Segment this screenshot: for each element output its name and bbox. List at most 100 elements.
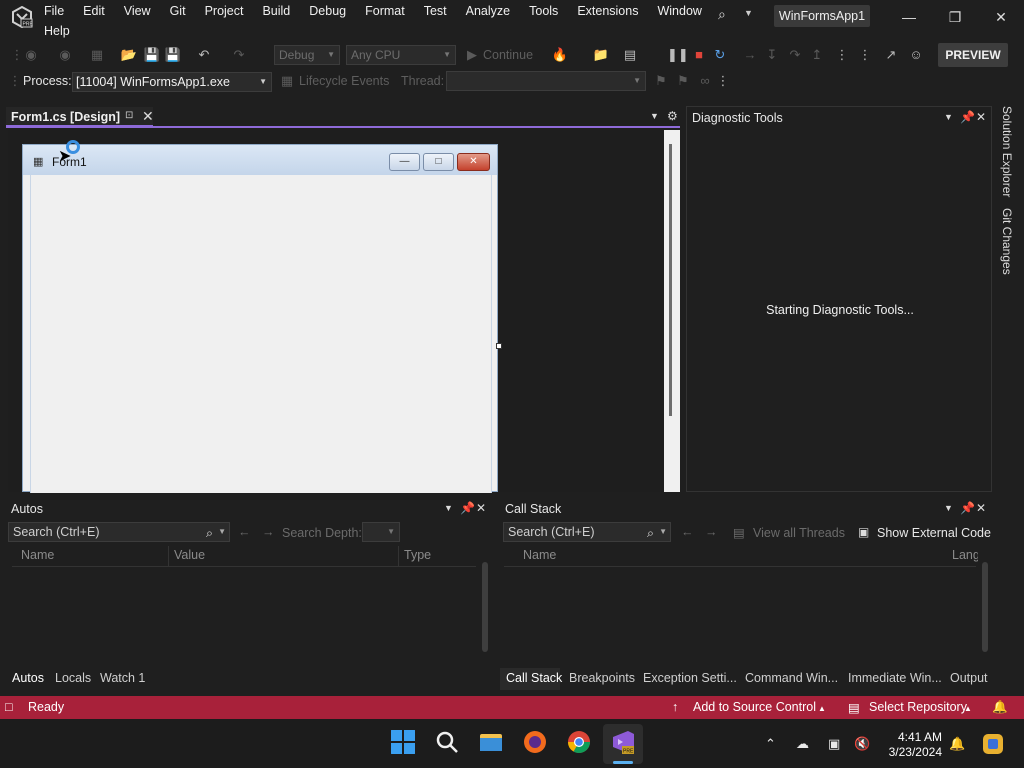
process-combo[interactable]: [11004] WinFormsApp1.exe ▼ <box>72 72 272 92</box>
play-icon[interactable]: ▶ <box>463 46 481 64</box>
restart-icon[interactable]: ↻ <box>711 46 729 64</box>
side-tab-solution-explorer[interactable]: Solution Explorer <box>1000 106 1014 197</box>
open-folder-icon[interactable]: 📂 <box>120 46 138 64</box>
layout-icon[interactable]: ▤ <box>621 46 639 64</box>
column-header-language[interactable]: Lang <box>952 548 980 562</box>
menu-file[interactable]: File <box>44 3 64 23</box>
callstack-search-input[interactable]: Search (Ctrl+E) ⌕ ▼ <box>503 522 671 542</box>
back-arrow-icon[interactable]: ← <box>681 525 694 539</box>
thread-combo[interactable]: ▼ <box>446 71 646 91</box>
column-header-name[interactable]: Name <box>523 548 556 562</box>
menu-build[interactable]: Build <box>262 3 290 23</box>
tab-breakpoints[interactable]: Breakpoints <box>569 671 635 685</box>
autos-search-input[interactable]: Search (Ctrl+E) ⌕ ▼ <box>8 522 230 542</box>
step-icon[interactable]: → <box>741 46 759 64</box>
add-to-source-control-button[interactable]: Add to Source Control <box>693 700 816 714</box>
chevron-down-icon[interactable]: ▼ <box>944 112 953 122</box>
autos-scrollbar[interactable] <box>478 548 492 666</box>
menu-project[interactable]: Project <box>205 3 244 23</box>
side-tab-git-changes[interactable]: Git Changes <box>1000 208 1014 275</box>
pin-icon[interactable]: ⊡ <box>125 110 133 121</box>
form1-window[interactable]: ▦ Form1 — □ ✕ <box>22 144 498 493</box>
menu-extensions[interactable]: Extensions <box>577 3 638 23</box>
feedback-icon[interactable]: ☺ <box>907 46 925 64</box>
undo-icon[interactable]: ↶ <box>195 46 213 64</box>
form1-client-area[interactable] <box>30 175 492 493</box>
designer-scrollbar[interactable] <box>664 130 680 492</box>
pin-icon[interactable]: 📌 <box>960 501 975 515</box>
tab-list-dropdown-icon[interactable]: ▼ <box>650 111 659 121</box>
more-tools-icon[interactable]: ⋮ <box>856 46 874 64</box>
back-nav-icon[interactable]: ◉ <box>22 46 40 64</box>
pause-icon[interactable]: ❚❚ <box>667 46 689 64</box>
column-header-type[interactable]: Type <box>404 548 431 562</box>
menu-analyze[interactable]: Analyze <box>466 3 510 23</box>
view-all-threads-button[interactable]: View all Threads <box>753 526 845 540</box>
redo-icon[interactable]: ↷ <box>230 46 248 64</box>
chevron-up-icon[interactable]: ▲ <box>964 704 972 713</box>
folder-icon[interactable]: 📁 <box>592 46 610 64</box>
menu-debug[interactable]: Debug <box>309 3 346 23</box>
firefox-icon[interactable] <box>522 729 548 755</box>
menu-test[interactable]: Test <box>424 3 447 23</box>
new-project-icon[interactable]: ▦ <box>88 46 106 64</box>
tab-autos[interactable]: Autos <box>12 671 44 685</box>
close-icon[interactable]: ✕ <box>976 110 986 124</box>
system-clock[interactable]: 4:41 AM 3/23/2024 <box>884 730 942 760</box>
chrome-icon[interactable] <box>566 729 592 755</box>
solution-name-badge[interactable]: WinFormsApp1 <box>774 5 870 27</box>
lifecycle-events-button[interactable]: Lifecycle Events <box>299 74 389 88</box>
tab-call-stack[interactable]: Call Stack <box>506 671 562 685</box>
notification-bell-icon[interactable]: 🔔 <box>949 736 965 752</box>
form-minimize-icon[interactable]: — <box>389 153 420 171</box>
volume-muted-icon[interactable]: 🔇 <box>854 736 870 752</box>
chevron-down-icon[interactable]: ▼ <box>444 503 453 513</box>
continue-button[interactable]: Continue <box>483 48 533 62</box>
file-explorer-icon[interactable] <box>478 729 504 755</box>
pin-icon[interactable]: 📌 <box>960 110 975 124</box>
forward-arrow-icon[interactable]: → <box>262 525 275 539</box>
menu-help[interactable]: Help <box>44 23 70 43</box>
chevron-down-icon[interactable]: ▼ <box>659 523 667 541</box>
live-share-icon[interactable]: ↗ <box>882 46 900 64</box>
chevron-down-icon[interactable]: ▼ <box>744 8 753 18</box>
notifications-icon[interactable]: 🔔 <box>992 700 1008 715</box>
tab-locals[interactable]: Locals <box>55 671 91 685</box>
column-header-value[interactable]: Value <box>174 548 205 562</box>
hot-reload-icon[interactable]: 🔥 <box>551 46 569 64</box>
preview-button[interactable]: PREVIEW <box>938 43 1008 67</box>
search-icon[interactable] <box>434 729 460 755</box>
step-out-icon[interactable]: ↥ <box>808 46 826 64</box>
tab-output[interactable]: Output <box>950 671 988 685</box>
chevron-down-icon[interactable]: ▼ <box>944 503 953 513</box>
show-external-code-button[interactable]: Show External Code <box>877 526 991 540</box>
form-maximize-icon[interactable]: □ <box>423 153 454 171</box>
configuration-combo[interactable]: Debug ▼ <box>274 45 340 65</box>
step-into-icon[interactable]: ↧ <box>763 46 781 64</box>
menu-edit[interactable]: Edit <box>83 3 105 23</box>
scrollbar-thumb[interactable] <box>669 144 672 416</box>
tab-command-window[interactable]: Command Win... <box>745 671 838 685</box>
search-depth-combo[interactable]: ▼ <box>362 522 400 542</box>
column-header-name[interactable]: Name <box>21 548 54 562</box>
chevron-up-icon[interactable]: ▲ <box>818 704 826 713</box>
close-tab-icon[interactable]: ✕ <box>142 108 154 125</box>
link-icon[interactable]: ∞ <box>696 72 714 90</box>
forward-arrow-icon[interactable]: → <box>705 525 718 539</box>
resize-grip-handle[interactable] <box>496 343 502 349</box>
copilot-icon[interactable] <box>980 731 1006 757</box>
tab-form1-design[interactable]: Form1.cs [Design] ⊡ ✕ <box>6 107 154 127</box>
callstack-scrollbar[interactable] <box>978 548 992 666</box>
minimize-icon[interactable]: — <box>886 4 932 30</box>
tab-immediate-window[interactable]: Immediate Win... <box>848 671 942 685</box>
search-icon[interactable]: ⌕ <box>206 524 213 542</box>
back-arrow-icon[interactable]: ← <box>238 525 251 539</box>
windows-start-icon[interactable] <box>390 729 416 755</box>
search-icon[interactable]: ⌕ <box>718 6 736 24</box>
search-icon[interactable]: ⌕ <box>647 524 654 542</box>
save-all-icon[interactable]: 💾 <box>164 46 182 64</box>
menu-view[interactable]: View <box>124 3 151 23</box>
restore-icon[interactable]: ❐ <box>932 4 978 30</box>
save-icon[interactable]: 💾 <box>143 46 161 64</box>
scrollbar-thumb[interactable] <box>982 562 988 652</box>
